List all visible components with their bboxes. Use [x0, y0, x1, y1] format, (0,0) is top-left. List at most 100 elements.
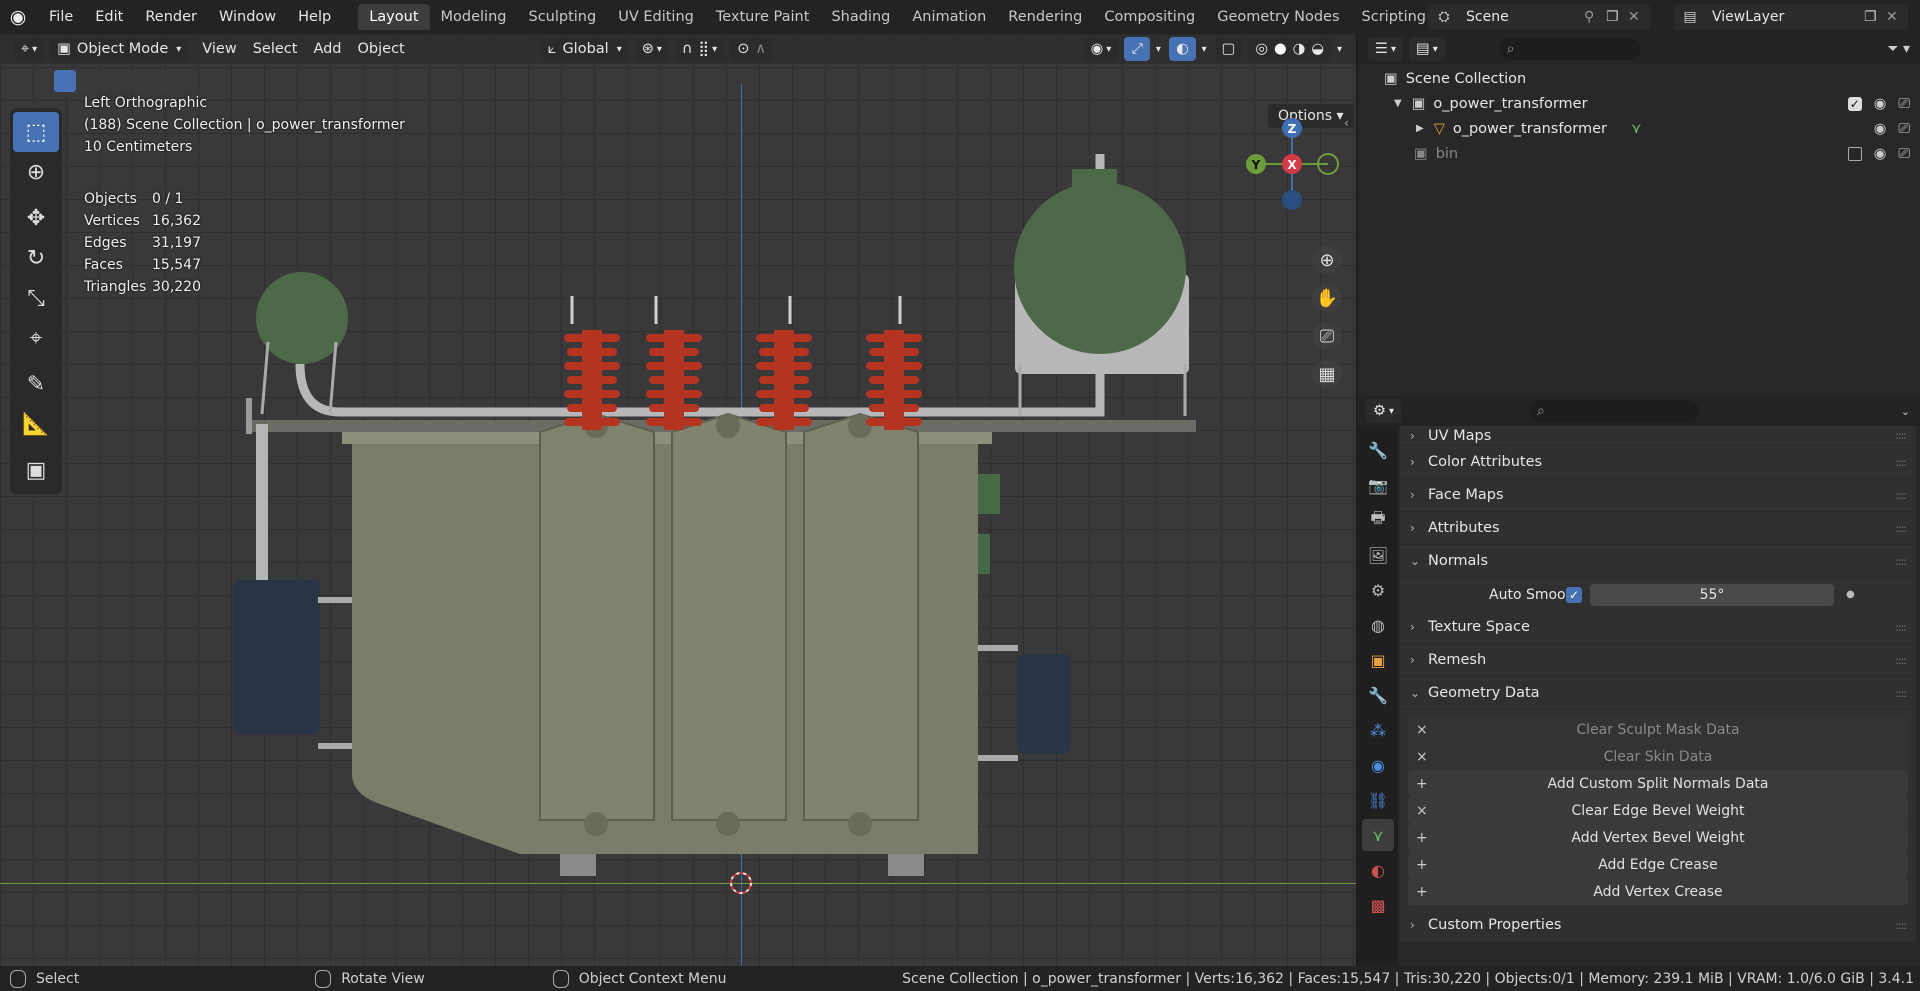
add-vertex-crease-button[interactable]: + Add Vertex Crease — [1408, 878, 1908, 905]
new-scene-icon[interactable]: ❐ — [1606, 9, 1628, 25]
scene-name[interactable]: Scene — [1460, 9, 1584, 25]
expand-arrow-icon[interactable]: ▼ — [1394, 98, 1402, 109]
drag-handle-icon[interactable]: :::: — [1895, 522, 1907, 535]
select-box-tool-icon[interactable]: ⬚ — [13, 112, 59, 152]
drag-handle-icon[interactable]: :::: — [1895, 621, 1907, 634]
add-vertex-bevel-weight-button[interactable]: + Add Vertex Bevel Weight — [1408, 824, 1908, 851]
view-layer-selector[interactable]: ▤ ViewLayer ❐ ✕ — [1674, 4, 1908, 30]
wireframe-shading-icon[interactable]: ◎ — [1255, 41, 1268, 57]
menu-add[interactable]: Add — [305, 34, 349, 64]
tab-rendering[interactable]: Rendering — [997, 4, 1093, 30]
add-cube-tool-icon[interactable]: ▣ — [13, 450, 59, 490]
camera-icon[interactable]: ⎚ — [1312, 322, 1342, 350]
clear-edge-bevel-weight-button[interactable]: × Clear Edge Bevel Weight — [1408, 797, 1908, 824]
modifier-tab-icon[interactable]: 🔧 — [1362, 679, 1394, 711]
pin-icon[interactable]: ⚲ — [1584, 9, 1606, 25]
panel-color-attributes[interactable]: › Color Attributes:::: — [1400, 446, 1916, 479]
auto-smooth-checkbox[interactable]: ✓ — [1566, 586, 1582, 603]
menu-window[interactable]: Window — [208, 0, 287, 34]
overlay-toggle-button[interactable]: ◐ — [1168, 37, 1196, 61]
constraints-tab-icon[interactable]: ⛓ — [1362, 784, 1394, 816]
render-camera-icon[interactable]: ⎚ — [1898, 146, 1910, 162]
expand-arrow-icon[interactable]: ▶ — [1416, 123, 1424, 134]
tab-uv-editing[interactable]: UV Editing — [607, 4, 705, 30]
chevron-down-icon[interactable]: ▾ — [1337, 44, 1342, 55]
drag-handle-icon[interactable]: :::: — [1895, 687, 1907, 700]
texture-tab-icon[interactable]: ▩ — [1362, 889, 1394, 921]
drag-handle-icon[interactable]: :::: — [1895, 456, 1907, 469]
navigation-gizmo[interactable]: Z Y X — [1240, 104, 1340, 214]
select-subtract-icon[interactable] — [102, 70, 124, 92]
render-tab-icon[interactable]: 📷 — [1362, 469, 1394, 501]
keyframe-dot-icon[interactable]: ● — [1846, 589, 1855, 600]
mesh-data-tab-icon[interactable]: ⋎ — [1362, 819, 1394, 851]
drag-handle-icon[interactable]: :::: — [1895, 489, 1907, 502]
scene-selector[interactable]: ⛭ Scene ⚲ ❐ ✕ — [1428, 4, 1650, 30]
add-edge-crease-button[interactable]: + Add Edge Crease — [1408, 851, 1908, 878]
tool-tab-icon[interactable]: 🔧 — [1362, 434, 1394, 466]
solid-shading-icon[interactable]: ● — [1274, 41, 1287, 57]
world-tab-icon[interactable]: ◍ — [1362, 609, 1394, 641]
rotate-tool-icon[interactable]: ↻ — [13, 238, 59, 278]
drag-handle-icon[interactable]: :::: — [1895, 919, 1907, 932]
grid-icon[interactable]: ▦ — [1312, 360, 1342, 388]
shading-buttons[interactable]: ◎ ● ◑ ◒ — [1248, 37, 1331, 61]
outliner-item-object[interactable]: ▶ ▽ o_power_transformer ⋎ ◉ ⎚ — [1358, 116, 1920, 141]
panel-custom-properties[interactable]: › Custom Properties:::: — [1400, 909, 1916, 942]
drag-handle-icon[interactable]: :::: — [1895, 555, 1907, 568]
transformer-model[interactable] — [0, 34, 1356, 966]
menu-file[interactable]: File — [38, 0, 84, 34]
cursor-tool-icon[interactable]: ⊕ — [13, 152, 59, 192]
move-tool-icon[interactable]: ✥ — [13, 198, 59, 238]
render-camera-icon[interactable]: ⎚ — [1898, 121, 1910, 137]
panel-geometry-data[interactable]: ⌄ Geometry Data:::: — [1400, 677, 1916, 710]
panel-uv-maps[interactable]: › UV Maps:::: — [1400, 426, 1916, 446]
delete-scene-icon[interactable]: ✕ — [1628, 9, 1650, 25]
material-shading-icon[interactable]: ◑ — [1293, 41, 1306, 57]
menu-select[interactable]: Select — [245, 34, 306, 64]
view-layer-name[interactable]: ViewLayer — [1706, 9, 1864, 25]
xray-button[interactable]: ▢ — [1214, 37, 1243, 61]
transform-tool-icon[interactable]: ⌖ — [13, 318, 59, 358]
menu-view[interactable]: View — [194, 34, 244, 64]
panel-face-maps[interactable]: › Face Maps:::: — [1400, 479, 1916, 512]
tab-sculpting[interactable]: Sculpting — [517, 4, 607, 30]
transform-orientation-dropdown[interactable]: ⟀ Global ▾ — [540, 37, 629, 61]
outliner-search-input[interactable]: ⌕ — [1498, 38, 1641, 60]
mesh-data-icon[interactable]: ⋎ — [1631, 121, 1642, 137]
menu-object[interactable]: Object — [350, 34, 413, 64]
view-layer-tab-icon[interactable]: 🖼 — [1362, 539, 1394, 571]
outliner-item-collection[interactable]: ▼ ▣ o_power_transformer ✓ ◉ ⎚ — [1358, 91, 1920, 116]
panel-remesh[interactable]: › Remesh:::: — [1400, 644, 1916, 677]
3d-viewport[interactable]: ⌖ ▾ ▣ Object Mode ▾ View Select Add Object … — [0, 34, 1356, 966]
exclude-checkbox[interactable] — [1847, 146, 1862, 161]
pivot-point-button[interactable]: ⊛ ▾ — [634, 37, 669, 61]
filter-icon[interactable]: ⏷ ▾ — [1887, 41, 1910, 57]
mode-dropdown[interactable]: ▣ Object Mode ▾ — [50, 37, 189, 61]
rendered-shading-icon[interactable]: ◒ — [1311, 41, 1324, 57]
proportional-edit-button[interactable]: ⊙ ∧ — [730, 37, 773, 61]
delete-view-layer-icon[interactable]: ✕ — [1886, 9, 1908, 25]
display-mode-button[interactable]: ▤ ▾ — [1409, 37, 1445, 61]
snap-button[interactable]: ∩ ⣿ ▾ — [674, 37, 725, 61]
select-invert-icon[interactable] — [126, 70, 148, 92]
auto-smooth-angle-field[interactable]: 55° — [1590, 583, 1834, 606]
menu-edit[interactable]: Edit — [84, 0, 134, 34]
eye-icon[interactable]: ◉ — [1874, 121, 1887, 137]
tab-animation[interactable]: Animation — [901, 4, 997, 30]
exclude-checkbox[interactable]: ✓ — [1847, 96, 1862, 111]
panel-normals[interactable]: ⌄ Normals:::: — [1400, 545, 1916, 578]
tab-scripting[interactable]: Scripting — [1351, 4, 1437, 30]
new-view-layer-icon[interactable]: ❐ — [1864, 9, 1886, 25]
tab-compositing[interactable]: Compositing — [1093, 4, 1206, 30]
panel-texture-space[interactable]: › Texture Space:::: — [1400, 611, 1916, 644]
drag-handle-icon[interactable]: :::: — [1895, 429, 1907, 442]
select-intersect-icon[interactable] — [150, 70, 172, 92]
scene-tab-icon[interactable]: ⚙ — [1362, 574, 1394, 606]
gizmo-toggle-button[interactable]: ⤢ — [1124, 37, 1150, 61]
chevron-down-icon[interactable]: ▾ — [1156, 44, 1161, 55]
object-tab-icon[interactable]: ▣ — [1362, 644, 1394, 676]
outliner-item-bin[interactable]: ▣ bin ◉ ⎚ — [1358, 141, 1920, 166]
particles-tab-icon[interactable]: ⁂ — [1362, 714, 1394, 746]
panel-attributes[interactable]: › Attributes:::: — [1400, 512, 1916, 545]
